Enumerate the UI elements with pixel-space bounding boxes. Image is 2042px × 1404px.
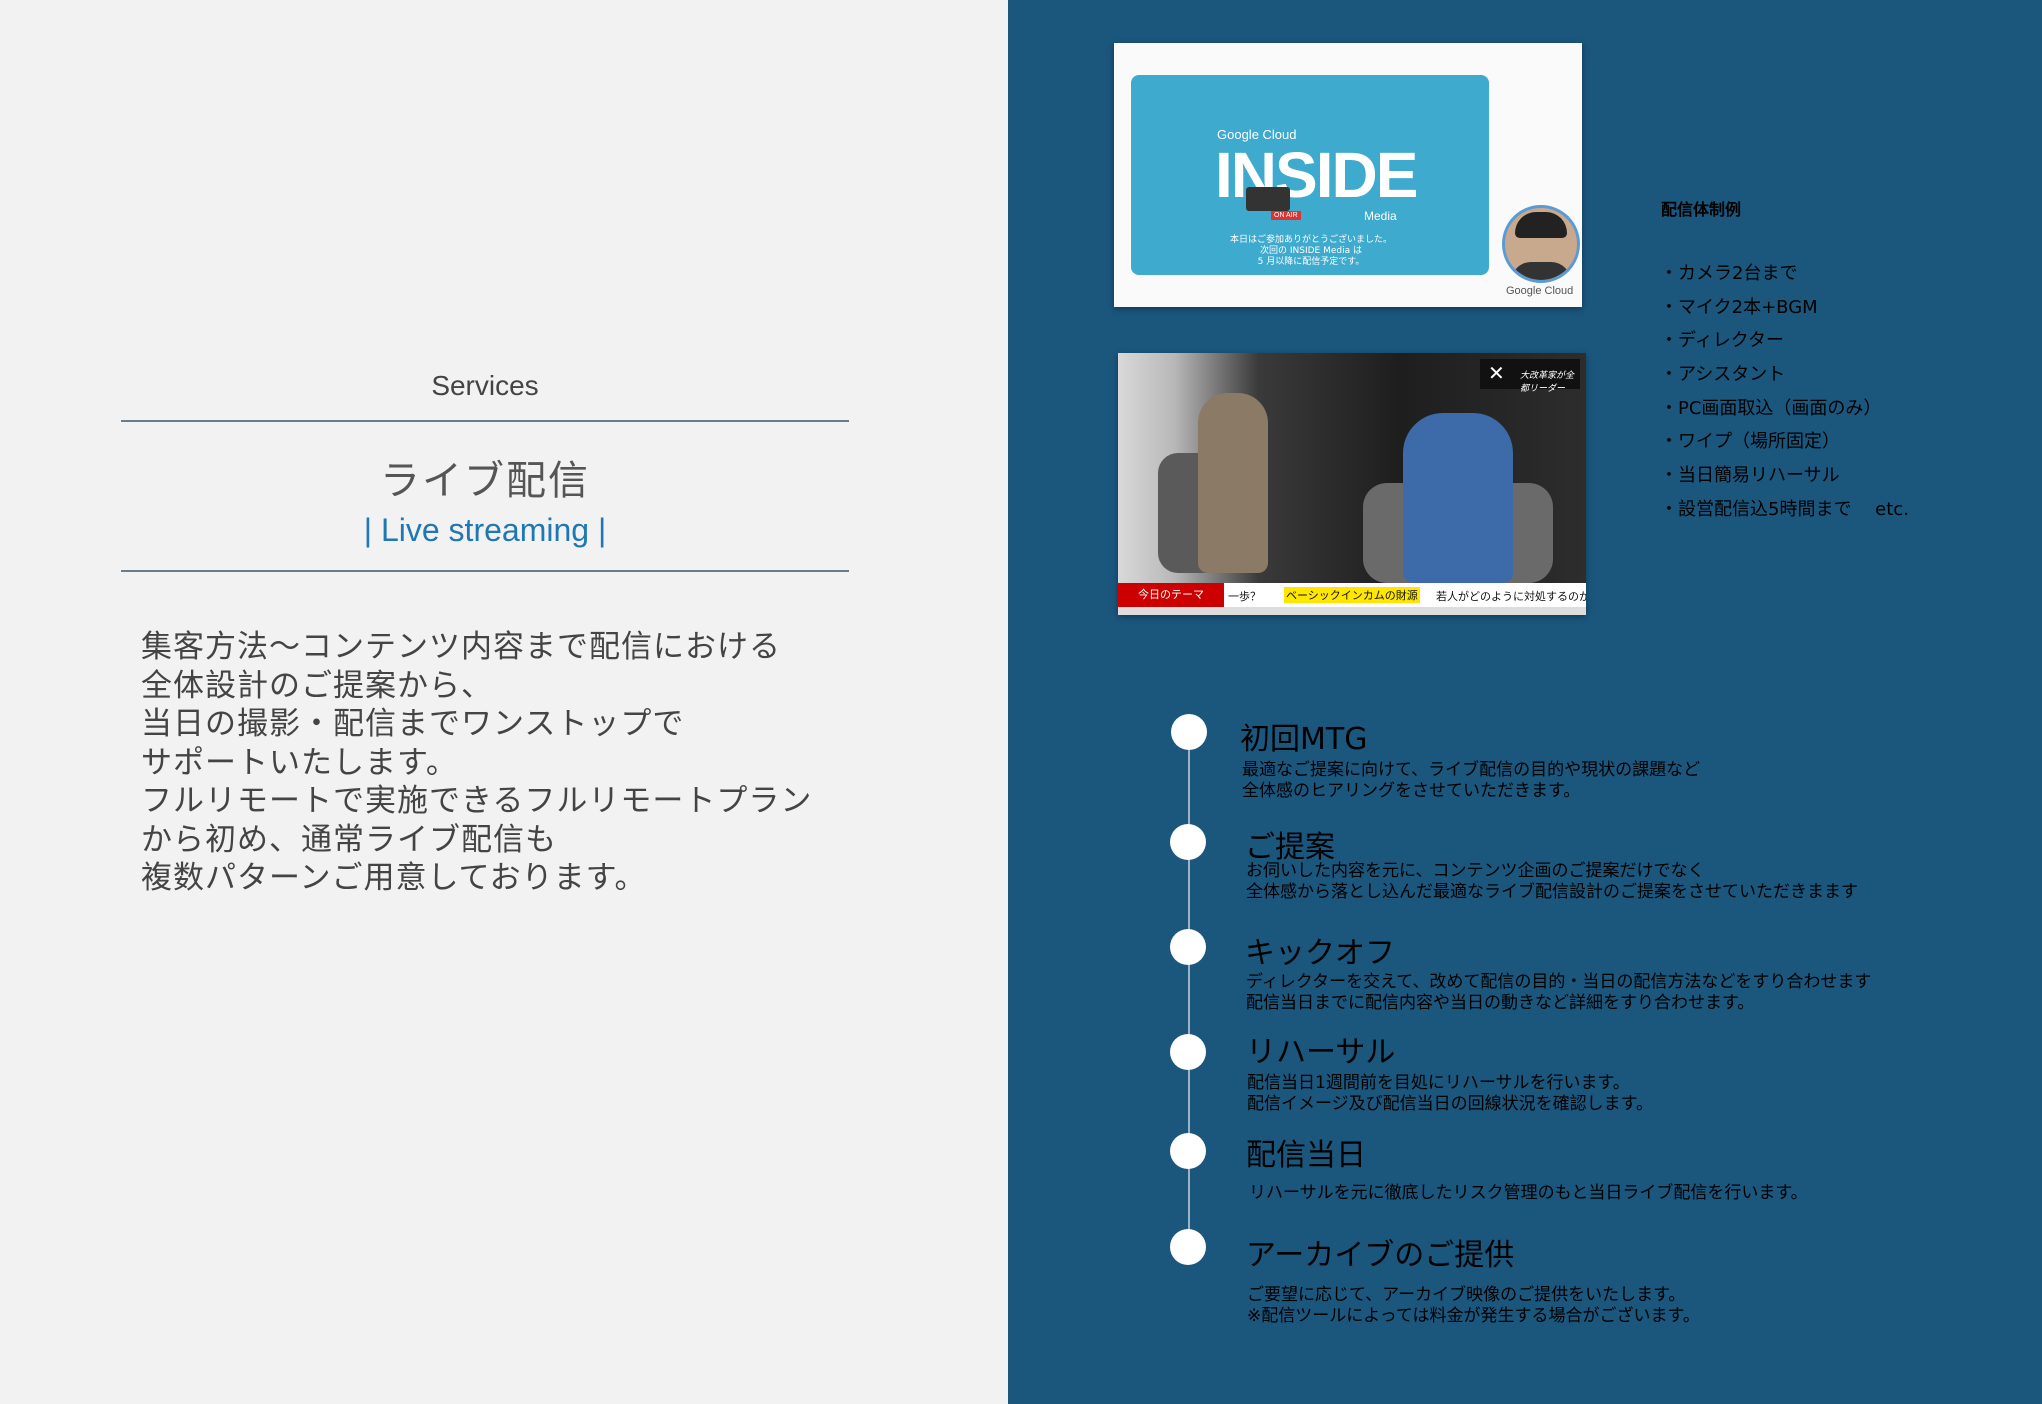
system-item: ・アシスタント	[1660, 364, 1786, 386]
step-title: 初回MTG	[1240, 722, 1368, 757]
ticker-text: 一歩？	[1228, 590, 1261, 603]
step-title: ご提案	[1245, 830, 1335, 865]
camera-icon	[1246, 187, 1290, 211]
system-item: ・設営配信込5時間まで etc.	[1660, 498, 1909, 520]
step-dot	[1170, 929, 1206, 965]
page-subtitle: | Live streaming |	[363, 512, 607, 548]
media-label: Media	[1364, 209, 1397, 223]
step-description: ご要望に応じて、アーカイブ映像のご提供をいたします。 ※配信ツールによっては料金…	[1247, 1285, 1700, 1326]
step-title: キックオフ	[1245, 936, 1395, 971]
step-description: 最適なご提案に向けて、ライブ配信の目的や現状の課題など 全体感のヒアリングをさせ…	[1242, 760, 1701, 801]
left-panel: Services ライブ配信 | Live streaming | 集客方法〜コ…	[0, 0, 1008, 1404]
step-title: リハーサル	[1246, 1035, 1396, 1070]
card-note: 本日はご参加ありがとうございました。 次回の INSIDE Media は 5 …	[1191, 235, 1431, 268]
section-label: Services	[431, 370, 539, 401]
step-description: ディレクターを交えて、改めて配信の目的・当日の配信方法などをすり合わせます 配信…	[1246, 972, 1872, 1013]
system-item: ・カメラ2台まで	[1660, 263, 1798, 284]
system-item: ・PC画面取込（画面のみ）	[1660, 397, 1882, 419]
step-description: リハーサルを元に徹底したリスク管理のもと当日ライブ配信を行います。	[1249, 1183, 1808, 1203]
news-ticker: 今日のテーマ 一歩？ ベーシックインカムの財源 若人がどのように対処するのか	[1118, 583, 1586, 607]
bottom-divider	[121, 570, 849, 572]
theme-label: 今日のテーマ	[1118, 583, 1224, 607]
description-line: 全体設計のご提案から、	[141, 667, 493, 704]
guest-left	[1198, 393, 1268, 573]
step-dot	[1170, 1229, 1206, 1265]
timeline-line	[1188, 730, 1190, 1250]
top-divider	[121, 420, 849, 422]
description-line: フルリモートで実施できるフルリモートプラン	[141, 783, 813, 819]
step-description: お伺いした内容を元に、コンテンツ企画のご提案だけでなく 全体感から落とし込んだ最…	[1246, 861, 1858, 902]
x-logo-icon: ✕	[1488, 361, 1505, 385]
ticker-highlight: ベーシックインカムの財源	[1284, 587, 1420, 603]
step-dot	[1170, 1133, 1206, 1169]
system-title: 配信体制例	[1661, 200, 1742, 219]
description-line: 複数パターンご用意しております。	[141, 860, 647, 896]
page-title: ライブ配信	[380, 458, 590, 504]
channel-badge: ✕ 大改革家が全都リーダー	[1480, 359, 1580, 394]
system-item: ・当日簡易リハーサル	[1660, 465, 1840, 487]
system-list: ・カメラ2台まで ・マイク2本+BGM ・ディレクター ・アシスタント ・PC画…	[1660, 260, 1909, 530]
step-title: アーカイブのご提供	[1246, 1238, 1515, 1273]
on-air-badge: ON AIR	[1271, 211, 1301, 220]
step-title: 配信当日	[1246, 1138, 1366, 1173]
inside-media-card: Google Cloud INSIDE ON AIR Media 本日はご参加あ…	[1131, 75, 1489, 275]
speaker-avatar	[1502, 205, 1580, 283]
system-item: ・マイク2本+BGM	[1660, 296, 1818, 318]
streaming-screenshot-interview: ✕ 大改革家が全都リーダー 今日のテーマ 一歩？ ベーシックインカムの財源 若人…	[1118, 353, 1586, 615]
note-line: 5 月以降に配信予定です。	[1257, 257, 1365, 267]
step-dot	[1171, 714, 1207, 750]
step-description: 配信当日1週間前を目処にリハーサルを行います。 配信イメージ及び配信当日の回線状…	[1247, 1073, 1653, 1114]
badge-text: 大改革家が全都リーダー	[1520, 371, 1575, 394]
ticker-text: 若人がどのように対処するのか	[1436, 590, 1586, 603]
note-line: 次回の INSIDE Media は	[1260, 246, 1362, 256]
guest-right	[1403, 413, 1513, 583]
service-description: 集客方法〜コンテンツ内容まで配信における 全体設計のご提案から、 当日の撮影・配…	[141, 628, 841, 898]
system-item: ・ディレクター	[1660, 330, 1785, 352]
streaming-screenshot-inside-media: Google Cloud INSIDE ON AIR Media 本日はご参加あ…	[1114, 43, 1582, 307]
note-line: 本日はご参加ありがとうございました。	[1229, 235, 1392, 245]
description-line: 当日の撮影・配信までワンストップで	[141, 706, 685, 742]
google-cloud-footer: Google Cloud	[1506, 285, 1574, 297]
description-line: サポートいたします。	[141, 744, 458, 781]
description-line: から初め、通常ライブ配信も	[141, 821, 557, 858]
step-dot	[1170, 1034, 1206, 1070]
step-dot	[1170, 824, 1206, 860]
description-line: 集客方法〜コンテンツ内容まで配信における	[141, 629, 781, 665]
system-item: ・ワイプ（場所固定）	[1660, 431, 1840, 453]
